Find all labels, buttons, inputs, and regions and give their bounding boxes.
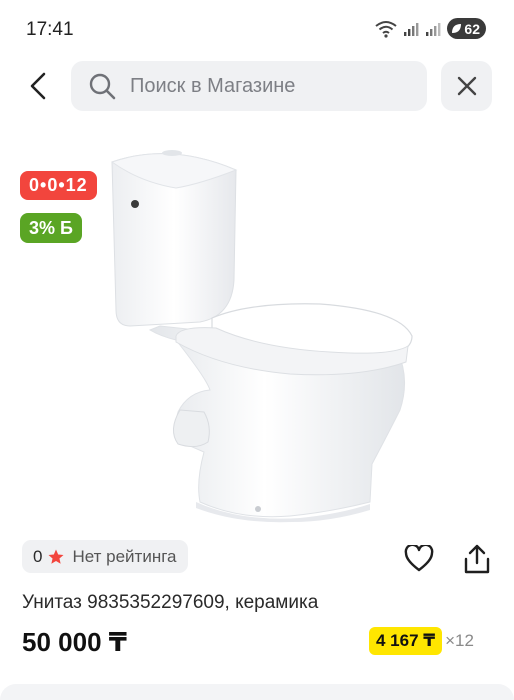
signal-2-icon (426, 22, 441, 36)
signal-icon (404, 22, 419, 36)
rating-chip[interactable]: 0 Нет рейтинга (22, 540, 188, 573)
magnifier-icon (89, 73, 116, 99)
bonus-badge: 3% Б (20, 213, 82, 243)
product-price: 50 000 ₸ (22, 627, 127, 657)
battery-indicator: 62 (447, 18, 486, 39)
countdown-badge: 0•0•12 (20, 171, 97, 200)
status-bar: 17:41 62 (0, 0, 514, 56)
status-time: 17:41 (26, 19, 74, 40)
arrow-left-icon (30, 72, 46, 100)
share-icon (464, 544, 490, 574)
search-bar[interactable] (71, 61, 427, 111)
heart-icon (404, 545, 434, 572)
product-title: Унитаз 9835352297609, керамика (22, 592, 319, 613)
share-button[interactable] (460, 540, 494, 578)
bottom-sheet-edge (0, 684, 514, 700)
back-button[interactable] (18, 66, 58, 106)
rating-label: Нет рейтинга (72, 546, 177, 566)
status-icons: 62 (375, 18, 486, 39)
clear-search-button[interactable] (441, 61, 492, 111)
battery-level: 62 (464, 20, 480, 37)
rating-count: 0 (33, 546, 43, 566)
search-header (0, 60, 514, 112)
search-input[interactable] (130, 74, 400, 98)
installment-offer[interactable]: 4 167 ₸ ×12 (369, 627, 474, 655)
installment-months: ×12 (445, 631, 474, 650)
wifi-icon (375, 20, 398, 38)
favorite-button[interactable] (402, 540, 436, 578)
installment-amount: 4 167 ₸ (369, 627, 443, 655)
star-icon (48, 549, 64, 564)
close-icon (457, 76, 476, 96)
leaf-icon (452, 24, 462, 33)
